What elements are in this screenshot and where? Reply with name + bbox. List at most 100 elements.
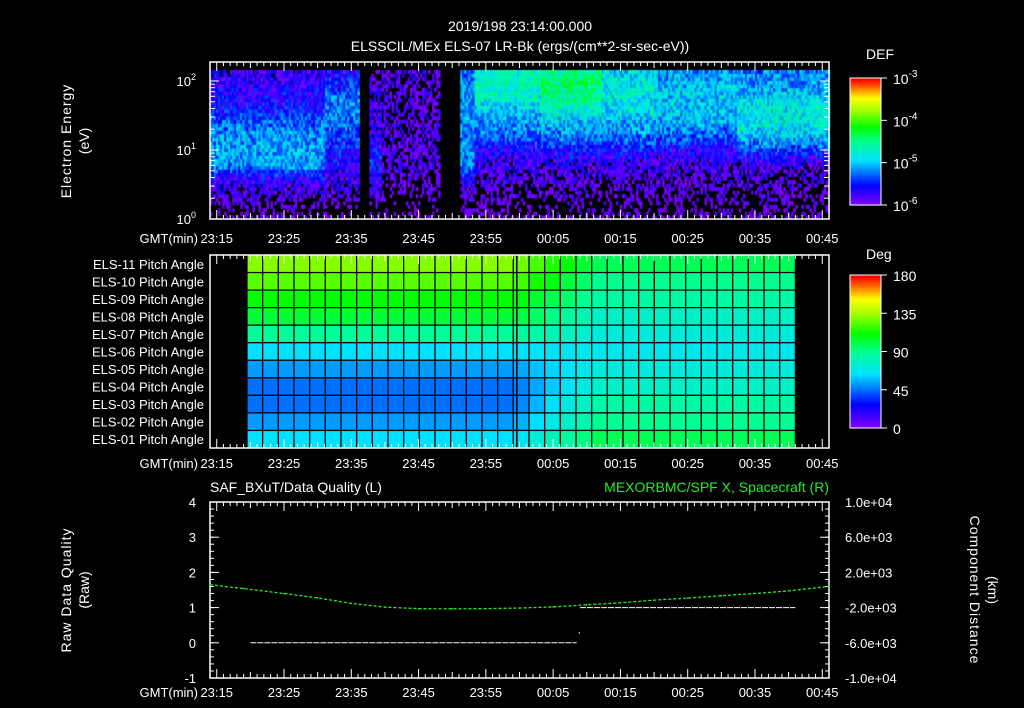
quality-title-right: MEXORBMC/SPF X, Spacecraft (R) — [604, 479, 829, 495]
pitch-cell — [387, 289, 405, 309]
pitch-cell — [246, 377, 264, 396]
pitch-cell — [700, 342, 718, 361]
spf-x-point — [720, 594, 723, 597]
x-tick-label: 23:25 — [268, 685, 301, 700]
pitch-cell — [418, 289, 436, 309]
pitch-cell — [356, 394, 373, 414]
pitch-cell — [653, 394, 671, 414]
pitch-cell — [246, 307, 264, 326]
pitch-cell — [356, 377, 373, 396]
quality-frame — [209, 501, 830, 679]
pitch-cell — [716, 324, 734, 344]
pitch-cell — [544, 324, 561, 344]
tick-base: 10 — [177, 212, 191, 227]
pitch-cell — [387, 359, 405, 379]
spf-x-point — [209, 583, 211, 586]
pitch-cell — [575, 394, 593, 414]
pitch-cell — [465, 359, 483, 379]
pitch-cell — [544, 377, 561, 396]
pitch-cell — [434, 307, 452, 326]
pitch-cell — [575, 307, 593, 326]
pitch-cell — [497, 307, 514, 326]
spf-x-point — [417, 607, 420, 610]
pitch-cell — [763, 324, 781, 344]
pitch-cell — [309, 307, 326, 326]
pitch-cell — [528, 394, 546, 414]
pitch-cell — [606, 412, 624, 432]
pitch-cell — [309, 359, 326, 379]
pitch-cell — [481, 324, 499, 344]
pitch-cell — [403, 342, 420, 361]
pitch-cell — [606, 271, 624, 291]
pitch-row-label: ELS-08 Pitch Angle — [92, 309, 204, 324]
pitch-cell — [716, 307, 734, 326]
pitch-cell — [606, 307, 624, 326]
pitch-cell — [340, 342, 358, 361]
spectrogram-ylabel: Electron Energy (eV) — [58, 84, 92, 199]
pitch-cell — [246, 412, 264, 432]
ylabel-left-line2: (Raw) — [76, 571, 92, 608]
pitch-row-label: ELS-07 Pitch Angle — [92, 327, 204, 342]
pitch-cell — [700, 412, 718, 432]
pitch-cell — [779, 271, 796, 291]
pitch-cell — [356, 307, 373, 326]
pitch-cell — [293, 359, 311, 379]
pitch-cell — [512, 307, 530, 326]
tick-exp: -5 — [909, 154, 918, 165]
pitch-cell — [763, 342, 781, 361]
pitch-cell — [653, 342, 671, 361]
pitch-cell — [324, 429, 342, 449]
x-tick-label: 00:05 — [537, 456, 570, 471]
pitch-cell — [403, 394, 420, 414]
ylabel-right-line2: (km) — [985, 576, 1001, 604]
pitch-cell — [732, 307, 749, 326]
pitch-cell — [340, 359, 358, 379]
pitch-cell — [732, 394, 749, 414]
pitch-cell — [763, 429, 781, 449]
pitch-cell — [512, 342, 530, 361]
tick-base: 10 — [893, 156, 909, 172]
spf-x-point — [552, 606, 554, 608]
pitch-cell — [638, 377, 655, 396]
pitch-cell — [638, 359, 655, 379]
pitch-cell — [763, 412, 781, 432]
pitch-cell — [606, 394, 624, 414]
left-tick-label: -1 — [184, 671, 196, 686]
pitch-cell — [497, 377, 514, 396]
deg-tick-label: 45 — [893, 383, 909, 399]
pitch-cell — [340, 429, 358, 449]
spf-x-point — [619, 601, 622, 604]
pitch-cell — [700, 377, 718, 396]
pitch-cell — [716, 412, 734, 432]
pitch-cell — [622, 324, 640, 344]
pitch-cell — [403, 307, 420, 326]
pitch-cell — [293, 307, 311, 326]
pitch-angle-panel: ELS-11 Pitch Angle ELS-10 Pitch Angle ELS-… — [92, 254, 917, 471]
quality-point — [578, 632, 580, 634]
pitch-cell — [277, 324, 295, 344]
pitch-cell — [418, 377, 436, 396]
pitch-cell — [434, 271, 452, 291]
pitch-cell — [653, 412, 671, 432]
pitch-cell — [481, 271, 499, 291]
pitch-cell — [747, 289, 765, 309]
spf-x-point — [787, 590, 790, 592]
pitch-cell — [450, 271, 467, 291]
pitch-cell — [293, 289, 311, 309]
pitch-row-label: ELS-04 Pitch Angle — [92, 380, 204, 395]
pitch-cell — [528, 412, 546, 432]
pitch-cell — [716, 289, 734, 309]
pitch-cell — [653, 377, 671, 396]
pitch-cell — [324, 394, 342, 414]
pitch-cell — [309, 271, 326, 291]
left-tick-label: 2 — [189, 565, 196, 580]
x-tick-label: 00:15 — [604, 685, 637, 700]
pitch-cell — [512, 271, 530, 291]
pitch-cell — [293, 342, 311, 361]
left-tick-label: 3 — [189, 530, 196, 545]
pitch-cell — [481, 394, 499, 414]
pitch-cell — [575, 377, 593, 396]
pitch-cell — [497, 271, 514, 291]
pitch-cell — [450, 342, 467, 361]
pitch-cell — [497, 342, 514, 361]
